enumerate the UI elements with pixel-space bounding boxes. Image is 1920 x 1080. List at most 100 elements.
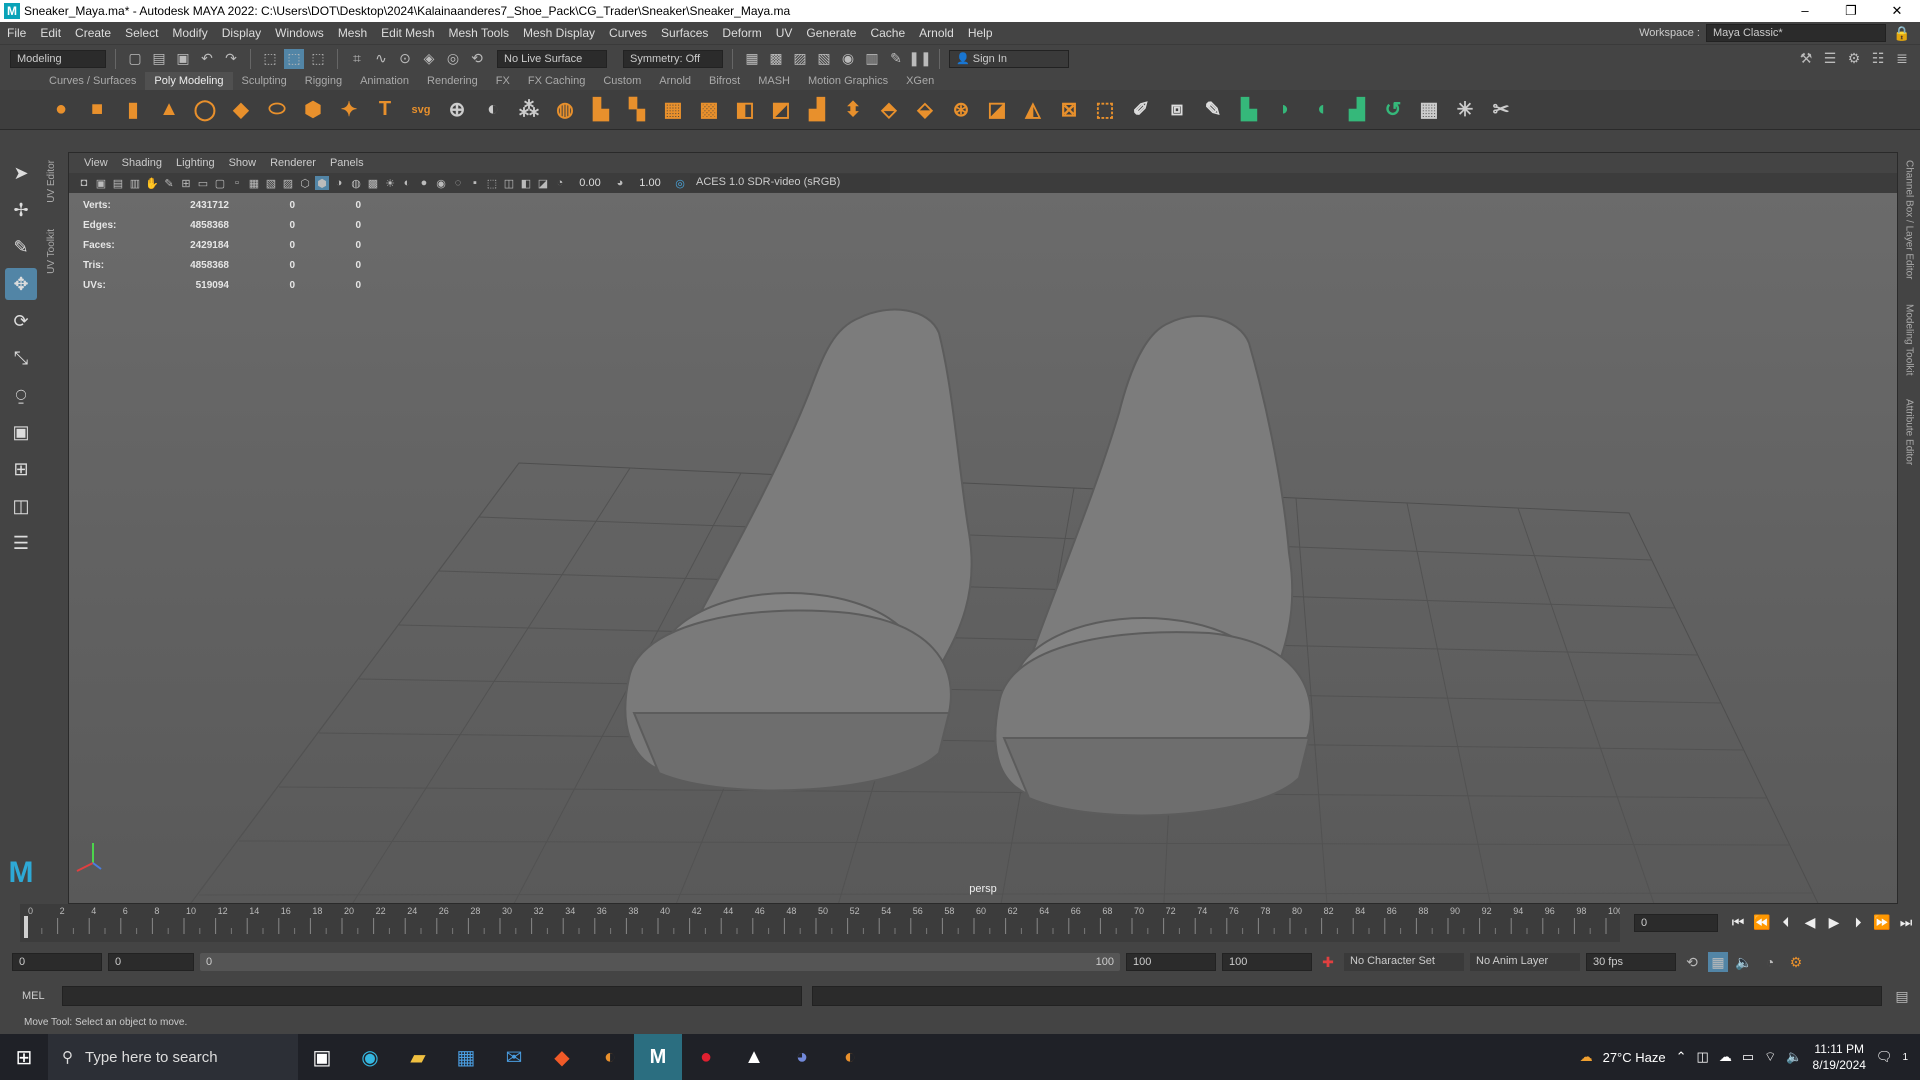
range-slider[interactable]: 0 100 [200,953,1120,971]
current-frame-marker[interactable] [24,916,28,938]
modeling-toolkit-tab[interactable]: Modeling Toolkit [1904,300,1915,380]
spherical-uv-icon[interactable]: ◖ [1306,95,1336,125]
wireframe-on-shaded-icon[interactable]: ◍ [349,176,363,190]
shelf-tab-mash[interactable]: MASH [749,72,799,90]
microsoft-store-icon[interactable]: ▦ [442,1034,490,1080]
go-to-end-icon[interactable]: ⏭ [1896,912,1916,932]
panel-menu-view[interactable]: View [77,153,115,173]
attribute-editor-tab[interactable]: Attribute Editor [1904,395,1915,469]
shelf-tab-xgen[interactable]: XGen [897,72,943,90]
channel-box-tab[interactable]: Channel Box / Layer Editor [1904,156,1915,284]
crease-icon[interactable]: ⬚ [1090,95,1120,125]
open-scene-icon[interactable]: ▤ [149,49,169,69]
shadows-icon[interactable]: ◐ [400,176,414,190]
minimize-button[interactable]: – [1782,0,1828,22]
app-red-icon[interactable]: ● [682,1034,730,1080]
render-settings-icon[interactable]: ▧ [814,49,834,69]
multi-cut-icon[interactable]: ✐ [1126,95,1156,125]
uv-toolkit-tab[interactable]: UV Toolkit [46,225,57,278]
shelf-tab-fx[interactable]: FX [487,72,519,90]
collapse-icon[interactable]: ⊛ [946,95,976,125]
hypershade-icon[interactable]: ◉ [838,49,858,69]
modeling-toolkit-icon[interactable]: ⚒ [1796,49,1816,69]
clock[interactable]: 11:11 PM 8/19/2024 [1813,1041,1866,1073]
image-plane-icon[interactable]: ▥ [128,176,142,190]
color-management-icon[interactable]: ◎ [673,176,687,190]
script-language-label[interactable]: MEL [22,990,52,1002]
wedge-icon[interactable]: ◭ [1018,95,1048,125]
menu-deform[interactable]: Deform [715,22,768,44]
restore-button[interactable]: ❐ [1828,0,1874,22]
xray-icon[interactable]: ◫ [502,176,516,190]
network-icon[interactable]: ◫ [1697,1049,1709,1065]
cache-playback-icon[interactable]: ▦ [1708,952,1728,972]
bookmark-icon[interactable]: ▤ [111,176,125,190]
scale-tool-icon[interactable]: ⤡ [5,342,37,374]
xray-joints-icon[interactable]: ◧ [519,176,533,190]
weather-icon[interactable]: ☁ [1580,1049,1593,1065]
perspective-viewport[interactable]: Verts: 2431712 0 0 Edges: 4858368 0 0 Fa… [69,193,1897,903]
fps-dropdown[interactable]: 30 fps [1586,953,1676,971]
menu-edit-mesh[interactable]: Edit Mesh [374,22,441,44]
mirror-icon[interactable]: ◧ [730,95,760,125]
shelf-tab-curves-surfaces[interactable]: Curves / Surfaces [40,72,145,90]
side-by-side-layout-icon[interactable]: ◫ [5,490,37,522]
menu-display[interactable]: Display [215,22,268,44]
symmetry-dropdown[interactable]: Symmetry: Off [623,49,723,68]
uv-layout-icon[interactable]: ✳ [1450,95,1480,125]
step-forward-key-icon[interactable]: ⏩ [1872,912,1892,932]
go-to-start-icon[interactable]: ⏮ [1728,912,1748,932]
unfold-uv-icon[interactable]: ↺ [1378,95,1408,125]
rotate-tool-icon[interactable]: ⟳ [5,305,37,337]
menu-cache[interactable]: Cache [863,22,912,44]
camera-attributes-icon[interactable]: ▣ [94,176,108,190]
snap-view-plane-icon[interactable]: ◈ [419,49,439,69]
depth-of-field-icon[interactable]: ▪ [468,176,482,190]
layer-editor-icon[interactable]: ≣ [1892,49,1912,69]
paint-select-tool-icon[interactable]: ✎ [5,231,37,263]
poly-type-icon[interactable]: T [370,95,400,125]
super-shape-icon[interactable]: ✦ [334,95,364,125]
arnold-render-icon[interactable]: ▥ [862,49,882,69]
attribute-editor-icon[interactable]: ☰ [1820,49,1840,69]
safe-title-icon[interactable]: ▨ [281,176,295,190]
menu-help[interactable]: Help [961,22,1000,44]
step-forward-frame-icon[interactable]: ⏵ [1848,912,1868,932]
poly-plane-icon[interactable]: ◆ [226,95,256,125]
battery-icon[interactable]: ▭ [1742,1049,1754,1065]
merge-icon[interactable]: ⬙ [910,95,940,125]
four-view-layout-icon[interactable]: ⊞ [5,453,37,485]
snap-live-icon[interactable]: ◎ [443,49,463,69]
playback-start-field[interactable]: 0 [108,953,194,971]
poly-disc-icon[interactable]: ⬭ [262,95,292,125]
menu-modify[interactable]: Modify [165,22,214,44]
poke-icon[interactable]: ⊠ [1054,95,1084,125]
smooth-shade-icon[interactable]: ⬢ [315,176,329,190]
mail-icon[interactable]: ✉ [490,1034,538,1080]
checker-uv-icon[interactable]: ▦ [1414,95,1444,125]
offset-edge-loop-icon[interactable]: ✎ [1198,95,1228,125]
play-forward-icon[interactable]: ▶ [1824,912,1844,932]
field-chart-icon[interactable]: ▦ [247,176,261,190]
menu-curves[interactable]: Curves [602,22,654,44]
use-all-lights-icon[interactable]: ☀ [383,176,397,190]
exposure-field[interactable]: 0.00 [570,177,610,189]
task-view-icon[interactable]: ▣ [298,1034,346,1080]
save-scene-icon[interactable]: ▣ [173,49,193,69]
xray-components-icon[interactable]: ◪ [536,176,550,190]
speed-icon[interactable]: ◔ [1760,952,1780,972]
safe-action-icon[interactable]: ▧ [264,176,278,190]
isolate-select-icon[interactable]: ⬚ [485,176,499,190]
animation-end-field[interactable]: 100 [1222,953,1312,971]
menu-set-dropdown[interactable]: Modeling [10,49,106,68]
resolution-gate-icon[interactable]: ▢ [213,176,227,190]
select-object-icon[interactable]: ⬚ [284,48,304,69]
poly-torus-icon[interactable]: ◯ [190,95,220,125]
menu-file[interactable]: File [0,22,33,44]
single-view-layout-icon[interactable]: ▣ [5,416,37,448]
panel-menu-lighting[interactable]: Lighting [169,153,222,173]
panel-menu-show[interactable]: Show [222,153,264,173]
redo-icon[interactable]: ↷ [221,49,241,69]
sew-uv-icon[interactable]: ✂ [1486,95,1516,125]
windows-start-icon[interactable]: ⊞ [0,1034,48,1080]
